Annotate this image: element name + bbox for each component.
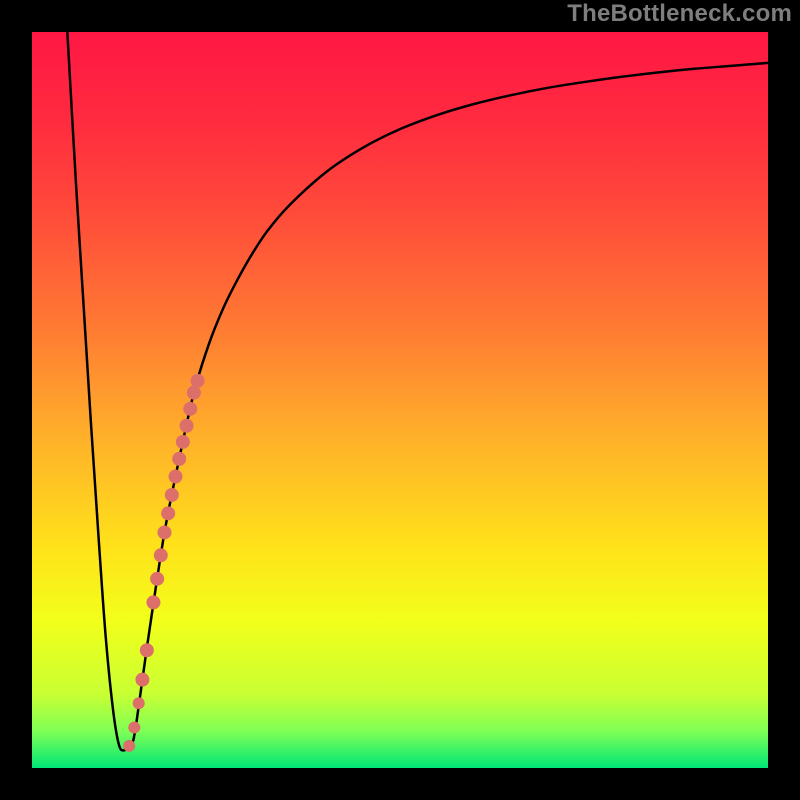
sparse-dot — [133, 697, 145, 709]
sparse-dot — [123, 740, 135, 752]
highlight-dot — [161, 506, 175, 520]
highlight-dot — [172, 452, 186, 466]
chart-svg — [32, 32, 768, 768]
highlight-dot — [176, 435, 190, 449]
chart-frame: TheBottleneck.com — [0, 0, 800, 800]
highlight-dot — [165, 488, 179, 502]
highlight-dot — [135, 673, 149, 687]
plot-area — [32, 32, 768, 768]
highlight-dot — [191, 374, 205, 388]
highlight-dot — [140, 643, 154, 657]
highlight-dot — [150, 572, 164, 586]
gradient-background — [32, 32, 768, 768]
highlight-dot — [157, 525, 171, 539]
highlight-dot — [154, 548, 168, 562]
sparse-dot — [128, 722, 140, 734]
highlight-dot — [180, 419, 194, 433]
watermark-text: TheBottleneck.com — [567, 0, 792, 28]
highlight-dot — [169, 470, 183, 484]
highlight-dot — [183, 402, 197, 416]
highlight-dot — [146, 595, 160, 609]
